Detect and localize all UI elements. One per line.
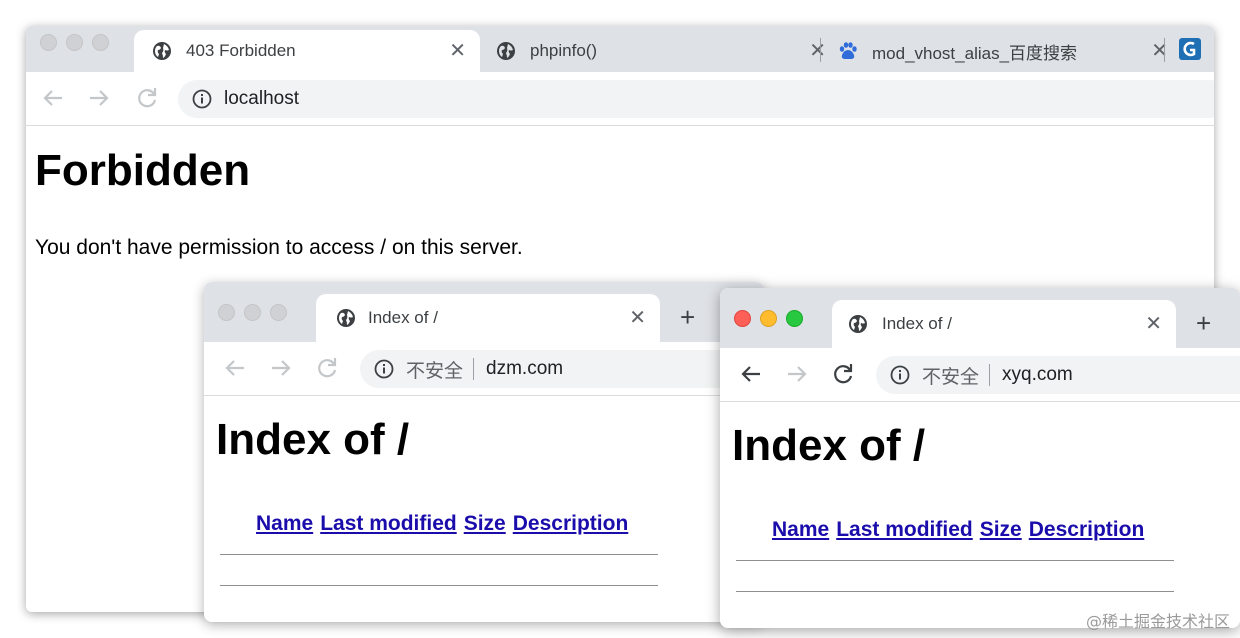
browser-window-dzm: Index of / ✕ + 不安全 dzm.com Index of / Na… <box>204 282 764 622</box>
tab-baidu-search[interactable]: mod_vhost_alias_百度搜索 ✕ <box>826 30 1172 72</box>
window-controls <box>218 304 287 321</box>
info-icon[interactable] <box>890 365 910 385</box>
not-secure-label: 不安全 <box>922 366 980 388</box>
tab-title: 403 Forbidden <box>186 41 296 60</box>
column-description-link[interactable]: Description <box>513 512 629 536</box>
reload-icon <box>834 364 853 384</box>
url-text: dzm.com <box>486 358 564 379</box>
forward-button[interactable] <box>782 359 812 389</box>
tab-title: Index of / <box>882 314 952 333</box>
forward-button[interactable] <box>266 353 296 383</box>
reload-button[interactable] <box>828 359 858 389</box>
watermark: @稀土掘金技术社区 <box>1085 612 1230 631</box>
info-icon[interactable] <box>374 359 394 379</box>
back-button[interactable] <box>736 359 766 389</box>
address-bar[interactable]: 不安全 xyq.com <box>876 356 1240 394</box>
globe-icon <box>497 42 515 60</box>
close-window-button[interactable] <box>734 310 751 327</box>
page-content: Index of / Name Last modified Size Descr… <box>204 396 764 622</box>
info-icon[interactable] <box>192 89 212 109</box>
column-size-link[interactable]: Size <box>464 512 506 536</box>
zoom-window-button[interactable] <box>92 34 109 51</box>
tab-phpinfo[interactable]: phpinfo() ✕ <box>482 30 826 72</box>
globe-icon <box>849 315 867 333</box>
browser-window-xyq: Index of / ✕ + 不安全 xyq.com Index of / Na… <box>720 288 1240 628</box>
close-tab-icon[interactable]: ✕ <box>1145 314 1162 334</box>
new-tab-button[interactable]: + <box>1196 310 1211 336</box>
reload-button[interactable] <box>312 353 342 383</box>
forward-arrow-icon <box>90 90 109 106</box>
navigation-toolbar: 不安全 dzm.com <box>204 342 764 396</box>
tab-separator <box>820 38 821 62</box>
not-secure-label: 不安全 <box>406 360 464 382</box>
baidu-paw-icon <box>839 42 857 59</box>
column-name-link[interactable]: Name <box>256 512 313 536</box>
tab-separator <box>1164 38 1165 62</box>
window-controls <box>734 310 803 327</box>
address-bar[interactable]: 不安全 dzm.com <box>360 350 764 388</box>
reload-icon <box>138 88 157 108</box>
tab-title: Index of / <box>368 308 438 327</box>
horizontal-rule <box>736 560 1174 561</box>
tab-title: mod_vhost_alias_百度搜索 <box>872 43 1078 63</box>
tab-strip: 403 Forbidden ✕ phpinfo() ✕ mod_vhost_al… <box>26 26 1214 72</box>
horizontal-rule <box>220 554 658 555</box>
minimize-window-button[interactable] <box>244 304 261 321</box>
close-tab-icon[interactable]: ✕ <box>449 41 466 61</box>
back-button[interactable] <box>38 83 68 113</box>
window-controls <box>40 34 109 51</box>
zoom-window-button[interactable] <box>270 304 287 321</box>
close-tab-icon[interactable]: ✕ <box>1151 41 1168 61</box>
zoom-window-button[interactable] <box>786 310 803 327</box>
navigation-toolbar: localhost <box>26 72 1214 126</box>
address-bar[interactable]: localhost <box>178 80 1214 118</box>
tab-index-of[interactable]: Index of / ✕ <box>316 294 660 342</box>
forward-button[interactable] <box>84 83 114 113</box>
column-last-modified-link[interactable]: Last modified <box>836 518 973 542</box>
back-arrow-icon <box>43 90 62 106</box>
globe-icon <box>337 309 355 327</box>
reload-icon <box>318 358 337 378</box>
column-size-link[interactable]: Size <box>980 518 1022 542</box>
extension-tab-icon[interactable] <box>1179 38 1201 60</box>
url-text: xyq.com <box>1002 364 1073 385</box>
tab-title: phpinfo() <box>530 41 598 60</box>
minimize-window-button[interactable] <box>66 34 83 51</box>
horizontal-rule <box>736 591 1174 592</box>
forward-arrow-icon <box>788 366 807 382</box>
tab-403-forbidden[interactable]: 403 Forbidden ✕ <box>134 30 480 72</box>
close-tab-icon[interactable]: ✕ <box>629 308 646 328</box>
url-text: localhost <box>224 88 299 109</box>
tab-strip: Index of / ✕ + <box>204 282 764 342</box>
back-button[interactable] <box>220 353 250 383</box>
screenshot-stage: 403 Forbidden ✕ phpinfo() ✕ mod_vhost_al… <box>0 0 1240 638</box>
back-arrow-icon <box>741 366 760 382</box>
new-tab-button[interactable]: + <box>680 304 695 330</box>
globe-icon <box>153 42 171 60</box>
listing-header: Name Last modified Size Description <box>256 512 764 536</box>
column-last-modified-link[interactable]: Last modified <box>320 512 457 536</box>
reload-button[interactable] <box>132 83 162 113</box>
error-message: You don't have permission to access / on… <box>35 236 523 259</box>
close-window-button[interactable] <box>40 34 57 51</box>
column-description-link[interactable]: Description <box>1029 518 1145 542</box>
listing-header: Name Last modified Size Description <box>772 518 1240 542</box>
omnibox-divider <box>473 358 475 380</box>
tab-index-of[interactable]: Index of / ✕ <box>832 300 1176 348</box>
back-arrow-icon <box>225 360 244 376</box>
page-heading: Index of / <box>216 415 410 464</box>
horizontal-rule <box>220 585 658 586</box>
omnibox-divider <box>989 364 991 386</box>
close-tab-icon[interactable]: ✕ <box>809 41 826 61</box>
page-heading: Forbidden <box>35 146 251 195</box>
page-content: Index of / Name Last modified Size Descr… <box>720 402 1240 628</box>
navigation-toolbar: 不安全 xyq.com <box>720 348 1240 402</box>
forward-arrow-icon <box>272 360 291 376</box>
close-window-button[interactable] <box>218 304 235 321</box>
minimize-window-button[interactable] <box>760 310 777 327</box>
page-heading: Index of / <box>732 421 926 470</box>
tab-strip: Index of / ✕ + <box>720 288 1240 348</box>
column-name-link[interactable]: Name <box>772 518 829 542</box>
